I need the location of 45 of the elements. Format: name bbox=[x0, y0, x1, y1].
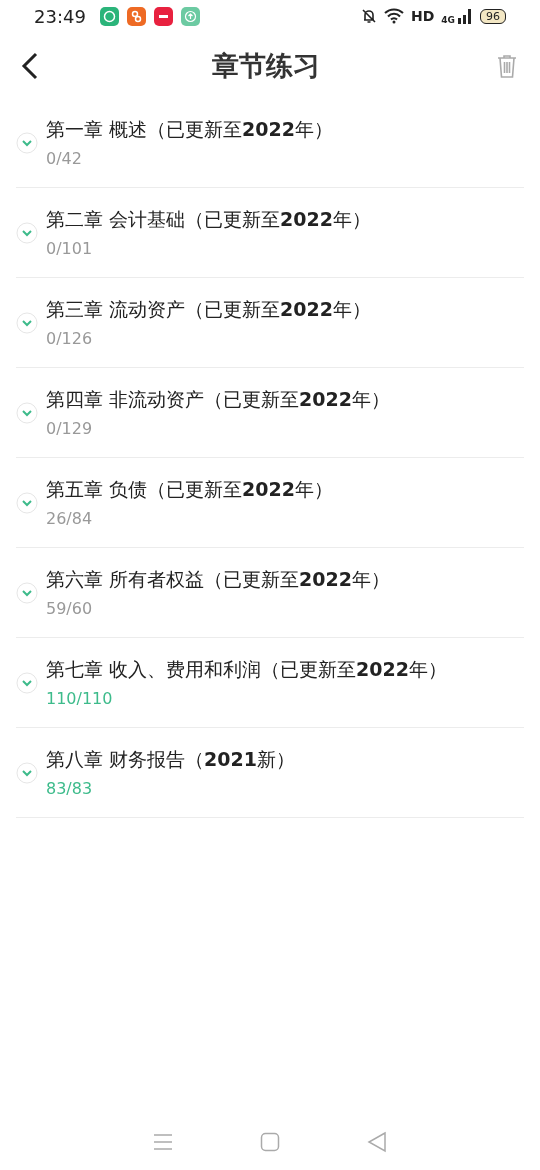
page-title: 章节练习 bbox=[212, 49, 320, 83]
upload-icon bbox=[180, 6, 200, 26]
app-notification-icon bbox=[99, 6, 119, 26]
cellular-label: 4G bbox=[441, 15, 455, 25]
chevron-down-icon bbox=[16, 581, 38, 604]
chapter-item[interactable]: 第五章 负债（已更新至2022年） 26/84 bbox=[16, 458, 524, 548]
chapter-title: 第七章 收入、费用和利润（已更新至2022年） bbox=[46, 657, 447, 682]
chapter-title: 第三章 流动资产（已更新至2022年） bbox=[46, 297, 371, 322]
chapter-item[interactable]: 第二章 会计基础（已更新至2022年） 0/101 bbox=[16, 188, 524, 278]
chevron-down-icon bbox=[16, 491, 38, 514]
chapter-progress: 0/101 bbox=[46, 239, 94, 258]
signal-icon bbox=[457, 8, 473, 24]
chevron-down-icon bbox=[16, 401, 38, 424]
chapter-item[interactable]: 第三章 流动资产（已更新至2022年） 0/126 bbox=[16, 278, 524, 368]
chapter-progress: 59/60 bbox=[46, 599, 94, 618]
chapter-progress: 110/110 bbox=[46, 689, 114, 708]
chevron-down-icon bbox=[16, 671, 38, 694]
chevron-down-icon bbox=[16, 221, 38, 244]
chapter-progress: 0/42 bbox=[46, 149, 83, 168]
chapter-progress: 83/83 bbox=[46, 779, 94, 798]
wifi-icon bbox=[384, 8, 404, 24]
chapter-item[interactable]: 第八章 财务报告（2021新） 83/83 bbox=[16, 728, 524, 818]
chapter-title: 第四章 非流动资产（已更新至2022年） bbox=[46, 387, 390, 412]
chapter-title: 第五章 负债（已更新至2022年） bbox=[46, 477, 333, 502]
chevron-down-icon bbox=[16, 311, 38, 334]
network-label: HD bbox=[411, 8, 435, 24]
chapter-progress: 0/129 bbox=[46, 419, 94, 438]
chapter-item[interactable]: 第四章 非流动资产（已更新至2022年） 0/129 bbox=[16, 368, 524, 458]
chapter-item[interactable]: 第六章 所有者权益（已更新至2022年） 59/60 bbox=[16, 548, 524, 638]
bell-off-icon bbox=[361, 8, 377, 24]
chapter-title: 第八章 财务报告（2021新） bbox=[46, 747, 295, 772]
chapter-title: 第一章 概述（已更新至2022年） bbox=[46, 117, 333, 142]
chapter-item[interactable]: 第七章 收入、费用和利润（已更新至2022年） 110/110 bbox=[16, 638, 524, 728]
app-notification-icon bbox=[153, 6, 173, 26]
chevron-down-icon bbox=[16, 761, 38, 784]
chapter-progress: 26/84 bbox=[46, 509, 94, 528]
chapter-progress: 0/126 bbox=[46, 329, 94, 348]
chapter-title: 第六章 所有者权益（已更新至2022年） bbox=[46, 567, 390, 592]
battery-indicator: 96 bbox=[480, 8, 506, 24]
app-notification-icon bbox=[126, 6, 146, 26]
chapter-title: 第二章 会计基础（已更新至2022年） bbox=[46, 207, 371, 232]
chapter-item[interactable]: 第一章 概述（已更新至2022年） 0/42 bbox=[16, 98, 524, 188]
status-time: 23:49 bbox=[34, 5, 86, 27]
chevron-down-icon bbox=[16, 131, 38, 154]
back-icon[interactable] bbox=[20, 51, 40, 81]
